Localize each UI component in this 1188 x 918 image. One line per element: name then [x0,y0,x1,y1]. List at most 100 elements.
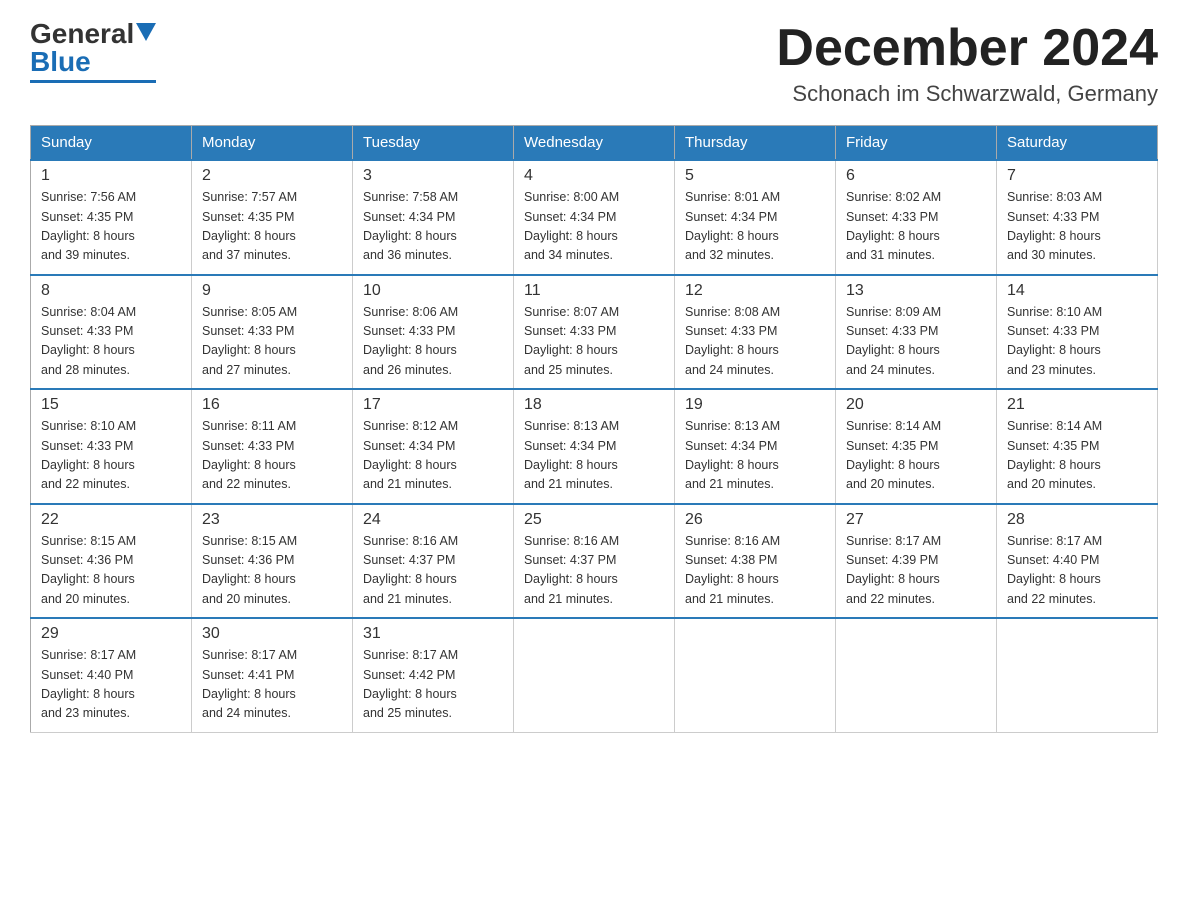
calendar-header-row: SundayMondayTuesdayWednesdayThursdayFrid… [31,126,1158,161]
calendar-week-row: 22 Sunrise: 8:15 AM Sunset: 4:36 PM Dayl… [31,504,1158,619]
calendar-cell: 26 Sunrise: 8:16 AM Sunset: 4:38 PM Dayl… [675,504,836,619]
calendar-cell: 3 Sunrise: 7:58 AM Sunset: 4:34 PM Dayli… [353,160,514,275]
day-info: Sunrise: 8:05 AM Sunset: 4:33 PM Dayligh… [202,303,342,381]
calendar-cell: 15 Sunrise: 8:10 AM Sunset: 4:33 PM Dayl… [31,389,192,504]
logo-blue-text: Blue [30,48,91,76]
day-info: Sunrise: 8:17 AM Sunset: 4:39 PM Dayligh… [846,532,986,610]
calendar-cell: 28 Sunrise: 8:17 AM Sunset: 4:40 PM Dayl… [997,504,1158,619]
day-number: 15 [41,396,181,414]
day-info: Sunrise: 8:12 AM Sunset: 4:34 PM Dayligh… [363,417,503,495]
calendar-week-row: 1 Sunrise: 7:56 AM Sunset: 4:35 PM Dayli… [31,160,1158,275]
day-number: 16 [202,396,342,414]
calendar-cell [836,618,997,732]
calendar-cell: 31 Sunrise: 8:17 AM Sunset: 4:42 PM Dayl… [353,618,514,732]
day-info: Sunrise: 8:15 AM Sunset: 4:36 PM Dayligh… [41,532,181,610]
calendar-cell: 14 Sunrise: 8:10 AM Sunset: 4:33 PM Dayl… [997,275,1158,390]
day-info: Sunrise: 8:14 AM Sunset: 4:35 PM Dayligh… [846,417,986,495]
day-info: Sunrise: 8:16 AM Sunset: 4:38 PM Dayligh… [685,532,825,610]
day-info: Sunrise: 8:13 AM Sunset: 4:34 PM Dayligh… [524,417,664,495]
day-number: 22 [41,511,181,529]
calendar-header-sunday: Sunday [31,126,192,161]
day-info: Sunrise: 8:01 AM Sunset: 4:34 PM Dayligh… [685,188,825,266]
day-info: Sunrise: 8:10 AM Sunset: 4:33 PM Dayligh… [1007,303,1147,381]
day-number: 25 [524,511,664,529]
day-number: 14 [1007,282,1147,300]
logo: General Blue [30,20,156,83]
calendar-header-thursday: Thursday [675,126,836,161]
calendar-header-friday: Friday [836,126,997,161]
day-number: 5 [685,167,825,185]
calendar-header-monday: Monday [192,126,353,161]
calendar-cell: 2 Sunrise: 7:57 AM Sunset: 4:35 PM Dayli… [192,160,353,275]
day-number: 10 [363,282,503,300]
calendar-cell: 6 Sunrise: 8:02 AM Sunset: 4:33 PM Dayli… [836,160,997,275]
calendar-week-row: 8 Sunrise: 8:04 AM Sunset: 4:33 PM Dayli… [31,275,1158,390]
calendar-cell: 25 Sunrise: 8:16 AM Sunset: 4:37 PM Dayl… [514,504,675,619]
title-area: December 2024 Schonach im Schwarzwald, G… [776,20,1158,107]
day-info: Sunrise: 8:17 AM Sunset: 4:40 PM Dayligh… [41,646,181,724]
day-info: Sunrise: 8:17 AM Sunset: 4:41 PM Dayligh… [202,646,342,724]
calendar-cell: 21 Sunrise: 8:14 AM Sunset: 4:35 PM Dayl… [997,389,1158,504]
calendar-header-tuesday: Tuesday [353,126,514,161]
day-number: 1 [41,167,181,185]
day-info: Sunrise: 8:08 AM Sunset: 4:33 PM Dayligh… [685,303,825,381]
day-number: 28 [1007,511,1147,529]
day-number: 6 [846,167,986,185]
day-number: 19 [685,396,825,414]
calendar-header-wednesday: Wednesday [514,126,675,161]
calendar-cell: 23 Sunrise: 8:15 AM Sunset: 4:36 PM Dayl… [192,504,353,619]
day-number: 3 [363,167,503,185]
day-number: 4 [524,167,664,185]
day-number: 9 [202,282,342,300]
day-info: Sunrise: 7:56 AM Sunset: 4:35 PM Dayligh… [41,188,181,266]
day-number: 2 [202,167,342,185]
calendar-cell [514,618,675,732]
day-number: 18 [524,396,664,414]
calendar-week-row: 29 Sunrise: 8:17 AM Sunset: 4:40 PM Dayl… [31,618,1158,732]
logo-triangle-icon [136,23,156,41]
calendar-cell: 9 Sunrise: 8:05 AM Sunset: 4:33 PM Dayli… [192,275,353,390]
calendar-header-saturday: Saturday [997,126,1158,161]
page-header: General Blue December 2024 Schonach im S… [30,20,1158,107]
calendar-cell: 11 Sunrise: 8:07 AM Sunset: 4:33 PM Dayl… [514,275,675,390]
month-title: December 2024 [776,20,1158,77]
calendar-cell: 1 Sunrise: 7:56 AM Sunset: 4:35 PM Dayli… [31,160,192,275]
day-number: 26 [685,511,825,529]
day-info: Sunrise: 7:58 AM Sunset: 4:34 PM Dayligh… [363,188,503,266]
day-number: 23 [202,511,342,529]
day-number: 7 [1007,167,1147,185]
day-number: 13 [846,282,986,300]
logo-general-text: General [30,20,134,48]
calendar-cell: 5 Sunrise: 8:01 AM Sunset: 4:34 PM Dayli… [675,160,836,275]
calendar-cell: 30 Sunrise: 8:17 AM Sunset: 4:41 PM Dayl… [192,618,353,732]
day-info: Sunrise: 8:10 AM Sunset: 4:33 PM Dayligh… [41,417,181,495]
calendar-cell: 17 Sunrise: 8:12 AM Sunset: 4:34 PM Dayl… [353,389,514,504]
day-number: 12 [685,282,825,300]
calendar-cell: 7 Sunrise: 8:03 AM Sunset: 4:33 PM Dayli… [997,160,1158,275]
calendar-cell: 16 Sunrise: 8:11 AM Sunset: 4:33 PM Dayl… [192,389,353,504]
calendar-cell: 12 Sunrise: 8:08 AM Sunset: 4:33 PM Dayl… [675,275,836,390]
day-info: Sunrise: 8:16 AM Sunset: 4:37 PM Dayligh… [363,532,503,610]
calendar-cell: 10 Sunrise: 8:06 AM Sunset: 4:33 PM Dayl… [353,275,514,390]
day-number: 17 [363,396,503,414]
calendar-cell: 27 Sunrise: 8:17 AM Sunset: 4:39 PM Dayl… [836,504,997,619]
day-info: Sunrise: 8:17 AM Sunset: 4:42 PM Dayligh… [363,646,503,724]
day-info: Sunrise: 8:04 AM Sunset: 4:33 PM Dayligh… [41,303,181,381]
calendar-cell [997,618,1158,732]
day-info: Sunrise: 8:06 AM Sunset: 4:33 PM Dayligh… [363,303,503,381]
calendar-cell: 8 Sunrise: 8:04 AM Sunset: 4:33 PM Dayli… [31,275,192,390]
calendar-cell: 19 Sunrise: 8:13 AM Sunset: 4:34 PM Dayl… [675,389,836,504]
day-number: 11 [524,282,664,300]
calendar-cell: 24 Sunrise: 8:16 AM Sunset: 4:37 PM Dayl… [353,504,514,619]
day-number: 31 [363,625,503,643]
day-number: 8 [41,282,181,300]
day-number: 30 [202,625,342,643]
day-info: Sunrise: 8:09 AM Sunset: 4:33 PM Dayligh… [846,303,986,381]
calendar-cell: 18 Sunrise: 8:13 AM Sunset: 4:34 PM Dayl… [514,389,675,504]
day-number: 20 [846,396,986,414]
day-number: 29 [41,625,181,643]
calendar-cell: 4 Sunrise: 8:00 AM Sunset: 4:34 PM Dayli… [514,160,675,275]
day-info: Sunrise: 8:17 AM Sunset: 4:40 PM Dayligh… [1007,532,1147,610]
day-info: Sunrise: 8:02 AM Sunset: 4:33 PM Dayligh… [846,188,986,266]
day-info: Sunrise: 8:16 AM Sunset: 4:37 PM Dayligh… [524,532,664,610]
